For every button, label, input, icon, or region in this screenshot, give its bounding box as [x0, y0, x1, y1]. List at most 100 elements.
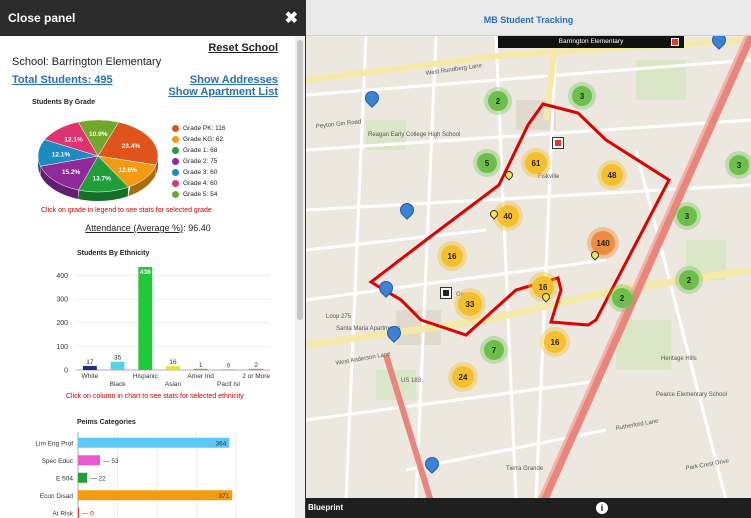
total-students-link[interactable]: Total Students: 495	[12, 74, 113, 86]
eth-xtick-6: 2 or More	[242, 373, 270, 380]
attendance-value: : 96.40	[183, 223, 211, 233]
map-cluster-3[interactable]: 61	[525, 152, 547, 174]
grade-legend-item[interactable]: Grade PK: 116	[172, 123, 226, 134]
map-cluster-7[interactable]: 16	[441, 245, 463, 267]
map-cluster-4[interactable]: 48	[601, 164, 623, 186]
map-pin-icon[interactable]	[397, 200, 417, 220]
grade-chart-title: Students By Grade	[32, 99, 96, 106]
map-cluster-5[interactable]: 40	[497, 205, 519, 227]
eth-bar-4[interactable]	[193, 368, 208, 370]
peims-category-0: Lim Eng Prof	[35, 440, 73, 447]
legend-swatch	[172, 169, 179, 176]
eth-value-label-0: 17	[86, 359, 94, 366]
map-cluster-10[interactable]: 3	[729, 155, 749, 175]
legend-swatch	[172, 180, 179, 187]
panel-scrollbar[interactable]	[295, 36, 305, 518]
map-pin-icon[interactable]	[422, 454, 442, 474]
pie-label-5: 12.1%	[64, 137, 83, 144]
eth-bar-3[interactable]	[166, 366, 180, 370]
grade-legend: Grade PK: 116 Grade KG: 62 Grade 1: 68 Grad…	[172, 123, 226, 200]
peims-bar-0[interactable]	[78, 437, 230, 448]
eth-xtick-1: Black	[110, 381, 127, 388]
legend-swatch	[172, 158, 179, 165]
pie-label-6: 10.9%	[89, 131, 108, 138]
grade-legend-item[interactable]: Grade 3: 60	[172, 167, 226, 178]
attendance-line: Attendance (Average %): 96.40	[0, 223, 296, 233]
peims-value-label-3: 371	[218, 493, 229, 500]
eth-ytick: 100	[56, 344, 68, 351]
school-tag-label: Barrington Elementary	[558, 38, 624, 45]
school-marker-icon[interactable]	[552, 137, 564, 149]
attendance-label: Attendance (Average %)	[85, 223, 184, 233]
school-name: School: Barrington Elementary	[12, 56, 162, 68]
ethnicity-chart-title: Students By Ethnicity	[77, 250, 150, 257]
eth-value-label-6: 2	[254, 362, 258, 369]
peims-category-1: Spec Educ	[42, 458, 74, 465]
eth-bar-0[interactable]	[82, 365, 97, 370]
legend-label: Grade 2: 75	[183, 158, 218, 165]
map-cluster-14[interactable]: 7	[484, 340, 504, 360]
peims-bar-2[interactable]	[78, 472, 88, 483]
ethnicity-chart-note: Click on column in chart to see stats fo…	[66, 393, 244, 400]
grade-chart-note: Click on grade in legend to see stats fo…	[41, 207, 212, 214]
panel-body: Reset School School: Barrington Elementa…	[0, 36, 296, 518]
map-cluster-12[interactable]: 2	[679, 270, 699, 290]
student-pin-icon[interactable]	[503, 169, 515, 181]
eth-ytick: 200	[56, 320, 68, 327]
school-tag-close-icon[interactable]	[671, 38, 679, 46]
school-marker-icon[interactable]	[440, 287, 452, 299]
map-cluster-11[interactable]: 3	[677, 206, 697, 226]
map-area[interactable]: West Rundberg Lane Peyton Gin Road Loop …	[306, 0, 751, 518]
pie-label-0: 23.4%	[122, 143, 141, 150]
eth-bar-2[interactable]	[138, 266, 153, 370]
grade-legend-item[interactable]: Grade 5: 54	[172, 189, 226, 200]
eth-ytick: 300	[56, 297, 68, 304]
map-cluster-0[interactable]: 2	[488, 91, 508, 111]
legend-swatch	[172, 147, 179, 154]
pie-label-2: 13.7%	[93, 176, 112, 183]
map-pin-icon[interactable]	[376, 278, 396, 298]
school-tag[interactable]: Barrington Elementary	[498, 36, 684, 48]
peims-category-2: E 504	[56, 475, 73, 482]
ethnicity-bar-chart: 0 100 200 300 400 17 White 35 Black 436 Hispanic 16…	[56, 266, 270, 388]
map-cluster-9[interactable]: 33	[458, 292, 482, 316]
peims-value-label-1: — 53	[103, 458, 119, 465]
peims-value-label-4: — 0	[82, 510, 94, 517]
legend-swatch	[172, 125, 179, 132]
peims-bar-4[interactable]	[78, 507, 79, 518]
show-apartment-list-link[interactable]: Show Apartment List	[168, 86, 278, 98]
blueprint-label: Blueprint	[308, 503, 344, 512]
grade-legend-item[interactable]: Grade 1: 68	[172, 145, 226, 156]
peims-bar-3[interactable]	[78, 490, 233, 501]
show-addresses-link[interactable]: Show Addresses	[190, 74, 278, 86]
eth-bar-1[interactable]	[110, 361, 125, 370]
pie-label-4: 12.1%	[52, 151, 71, 158]
map-cluster-13[interactable]: 2	[612, 288, 632, 308]
grade-legend-item[interactable]: Grade KG: 62	[172, 134, 226, 145]
info-icon[interactable]: i	[596, 502, 608, 514]
peims-bar-1[interactable]	[78, 455, 101, 466]
eth-xtick-3: Asian	[165, 381, 182, 388]
map-pin-icon[interactable]	[362, 88, 382, 108]
map-markers: 2 3 5 61 48 40 140 16 16 33 3 3 2 2 7 24 16	[306, 0, 751, 518]
reset-school-link[interactable]: Reset School	[208, 42, 278, 54]
peims-value-label-2: — 22	[90, 475, 106, 482]
map-pin-icon[interactable]	[384, 323, 404, 343]
map-cluster-1[interactable]: 3	[572, 86, 592, 106]
close-panel-label[interactable]: Close panel	[8, 11, 75, 25]
scrollbar-thumb[interactable]	[297, 40, 303, 320]
peims-bar-chart: Lim Eng Prof 364 Spec Educ — 53 E 504 — 22 Eco…	[35, 432, 237, 518]
map-cluster-16[interactable]: 16	[544, 331, 566, 353]
legend-label: Grade 4: 60	[183, 180, 218, 187]
close-icon[interactable]: ✖	[285, 8, 298, 28]
eth-bar-5[interactable]	[221, 369, 236, 370]
legend-label: Grade 3: 60	[183, 169, 218, 176]
map-cluster-15[interactable]: 24	[452, 366, 474, 388]
map-cluster-2[interactable]: 5	[477, 153, 497, 173]
panel-header: Close panel ✖	[0, 0, 305, 36]
legend-label: Grade KG: 62	[183, 136, 224, 143]
eth-bar-6[interactable]	[249, 368, 264, 370]
grade-legend-item[interactable]: Grade 2: 75	[172, 156, 226, 167]
grade-legend-item[interactable]: Grade 4: 60	[172, 178, 226, 189]
legend-swatch	[172, 191, 179, 198]
